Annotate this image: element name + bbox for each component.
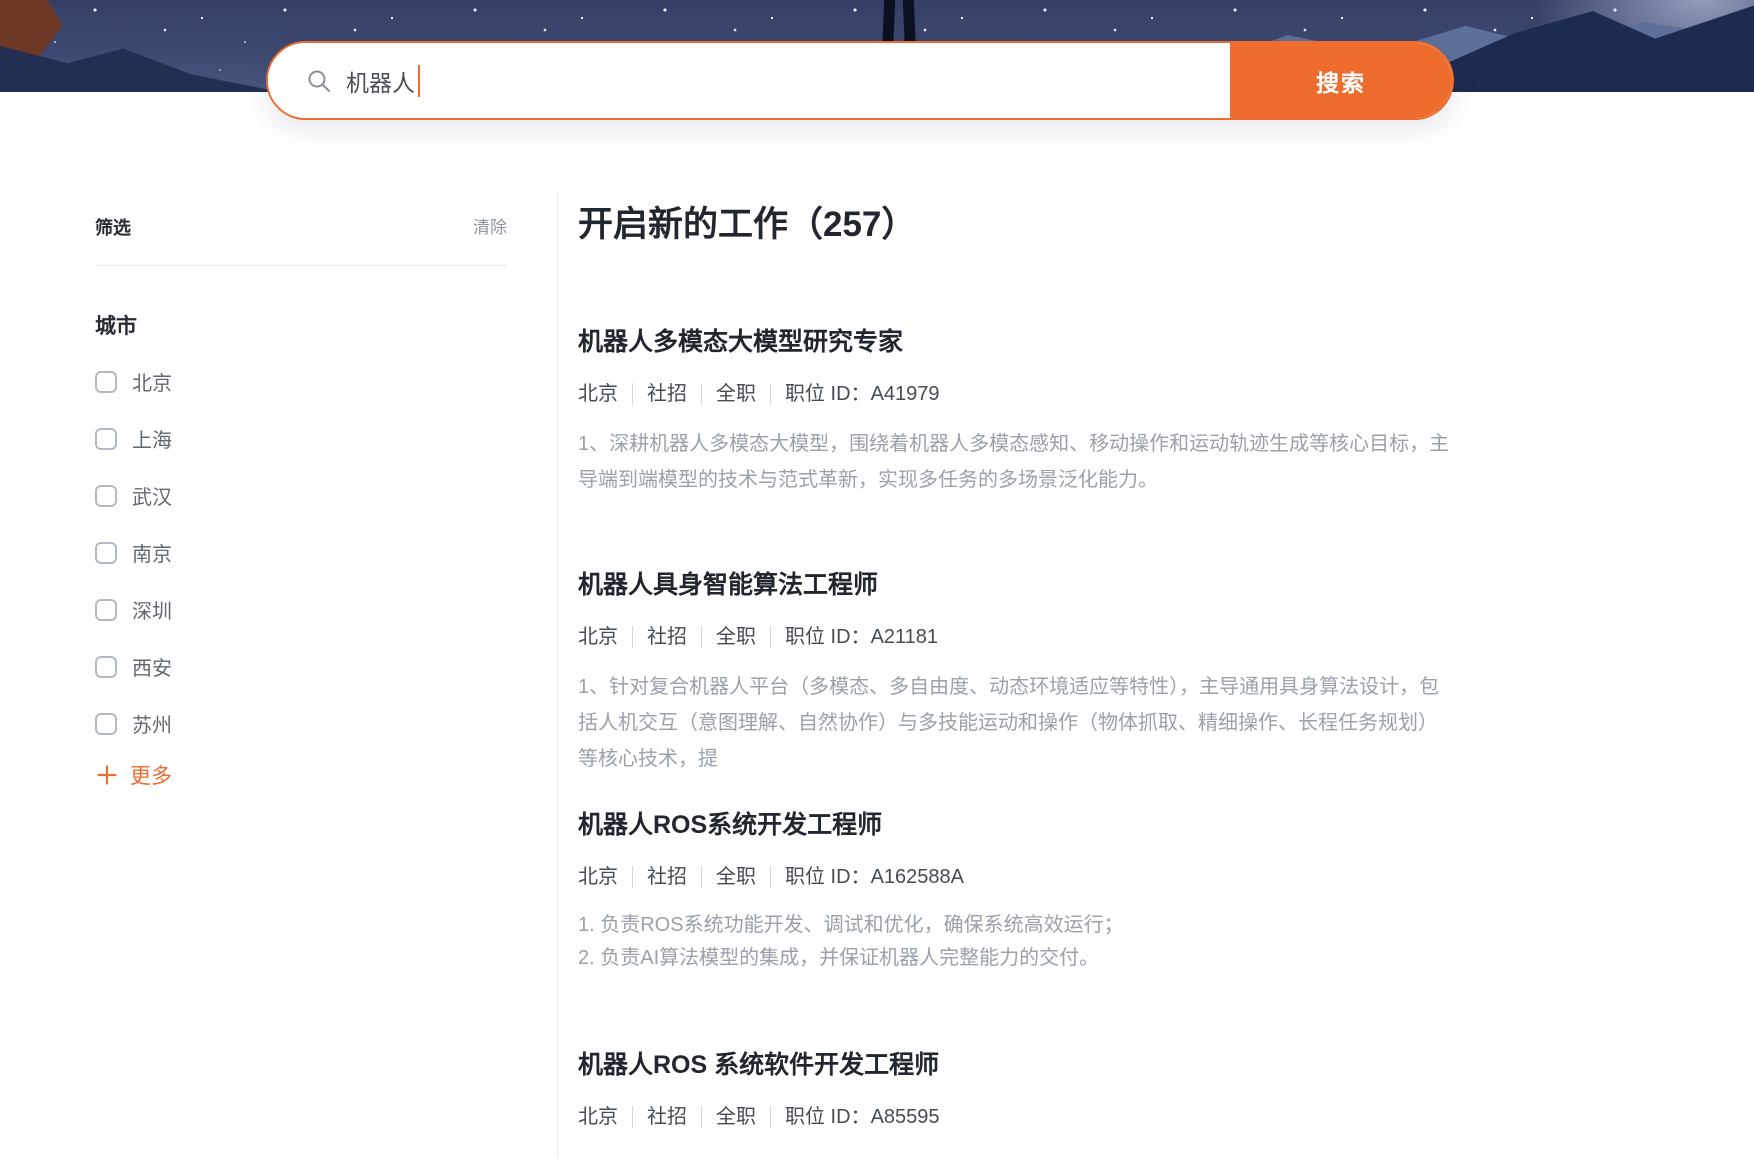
filter-sidebar: 筛选 清除 城市 北京 上海 武汉 南京 深圳 西安 苏 — [95, 216, 507, 790]
job-employment-type: 全职 — [701, 626, 770, 648]
job-location: 北京 — [578, 866, 632, 888]
search-icon — [306, 68, 332, 94]
job-title-link[interactable]: 机器人ROS系统开发工程师 — [578, 808, 1450, 842]
checkbox-icon[interactable] — [95, 371, 117, 393]
city-filter-list: 北京 上海 武汉 南京 深圳 西安 苏州 — [95, 353, 507, 752]
job-location: 北京 — [578, 1106, 632, 1128]
job-card: 机器人ROS 系统软件开发工程师 北京 社招 全职 职位 ID：A85595 — [578, 1048, 1450, 1128]
city-option-shenzhen[interactable]: 深圳 — [95, 581, 507, 638]
job-description: 1. 负责ROS系统功能开发、调试和优化，确保系统高效运行； 2. 负责AI算法… — [578, 909, 1450, 975]
job-description: 1、针对复合机器人平台（多模态、多自由度、动态环境适应等特性），主导通用具身算法… — [578, 669, 1450, 777]
checkbox-icon[interactable] — [95, 485, 117, 507]
search-query-text: 机器人 — [346, 64, 415, 98]
plus-icon — [97, 765, 117, 785]
job-employment-type: 全职 — [701, 383, 770, 405]
city-section-title: 城市 — [95, 312, 507, 342]
job-card: 机器人多模态大模型研究专家 北京 社招 全职 职位 ID：A41979 1、深耕… — [578, 325, 1450, 498]
job-id: 职位 ID：A21181 — [770, 626, 952, 648]
job-card: 机器人ROS系统开发工程师 北京 社招 全职 职位 ID：A162588A 1.… — [578, 808, 1450, 975]
job-recruit-type: 社招 — [632, 866, 701, 888]
job-results-panel: 开启新的工作（257） 机器人多模态大模型研究专家 北京 社招 全职 职位 ID… — [578, 200, 1450, 1159]
text-cursor — [418, 65, 420, 97]
checkbox-icon[interactable] — [95, 428, 117, 450]
checkbox-icon[interactable] — [95, 599, 117, 621]
job-title-link[interactable]: 机器人多模态大模型研究专家 — [578, 325, 1450, 359]
page-title: 开启新的工作（257） — [578, 200, 1450, 250]
search-input[interactable]: 机器人 — [268, 43, 1230, 118]
city-option-xian[interactable]: 西安 — [95, 638, 507, 695]
job-employment-type: 全职 — [701, 866, 770, 888]
job-meta: 北京 社招 全职 职位 ID：A162588A — [578, 866, 1450, 888]
job-id: 职位 ID：A162588A — [770, 866, 978, 888]
job-location: 北京 — [578, 626, 632, 648]
checkbox-icon[interactable] — [95, 713, 117, 735]
city-option-nanjing[interactable]: 南京 — [95, 524, 507, 581]
job-id: 职位 ID：A85595 — [770, 1106, 954, 1128]
city-option-shanghai[interactable]: 上海 — [95, 410, 507, 467]
job-card: 机器人具身智能算法工程师 北京 社招 全职 职位 ID：A21181 1、针对复… — [578, 568, 1450, 777]
checkbox-icon[interactable] — [95, 656, 117, 678]
sidebar-divider — [95, 265, 507, 266]
job-title-link[interactable]: 机器人具身智能算法工程师 — [578, 568, 1450, 602]
more-cities-button[interactable]: 更多 — [95, 760, 507, 790]
job-description: 1、深耕机器人多模态大模型，围绕着机器人多模态感知、移动操作和运动轨迹生成等核心… — [578, 426, 1450, 498]
search-button[interactable]: 搜索 — [1230, 43, 1452, 118]
job-meta: 北京 社招 全职 职位 ID：A85595 — [578, 1106, 1450, 1128]
checkbox-icon[interactable] — [95, 542, 117, 564]
content-divider — [557, 192, 558, 1159]
job-meta: 北京 社招 全职 职位 ID：A41979 — [578, 383, 1450, 405]
city-option-suzhou[interactable]: 苏州 — [95, 695, 507, 752]
job-recruit-type: 社招 — [632, 383, 701, 405]
job-id: 职位 ID：A41979 — [770, 383, 954, 405]
city-option-wuhan[interactable]: 武汉 — [95, 467, 507, 524]
job-recruit-type: 社招 — [632, 626, 701, 648]
more-label: 更多 — [130, 760, 172, 790]
job-meta: 北京 社招 全职 职位 ID：A21181 — [578, 626, 1450, 648]
filter-title: 筛选 — [95, 216, 131, 240]
job-title-link[interactable]: 机器人ROS 系统软件开发工程师 — [578, 1048, 1450, 1082]
job-recruit-type: 社招 — [632, 1106, 701, 1128]
search-bar: 机器人 搜索 — [266, 41, 1454, 120]
job-employment-type: 全职 — [701, 1106, 770, 1128]
city-option-beijing[interactable]: 北京 — [95, 353, 507, 410]
job-location: 北京 — [578, 383, 632, 405]
clear-filters-button[interactable]: 清除 — [473, 216, 507, 240]
